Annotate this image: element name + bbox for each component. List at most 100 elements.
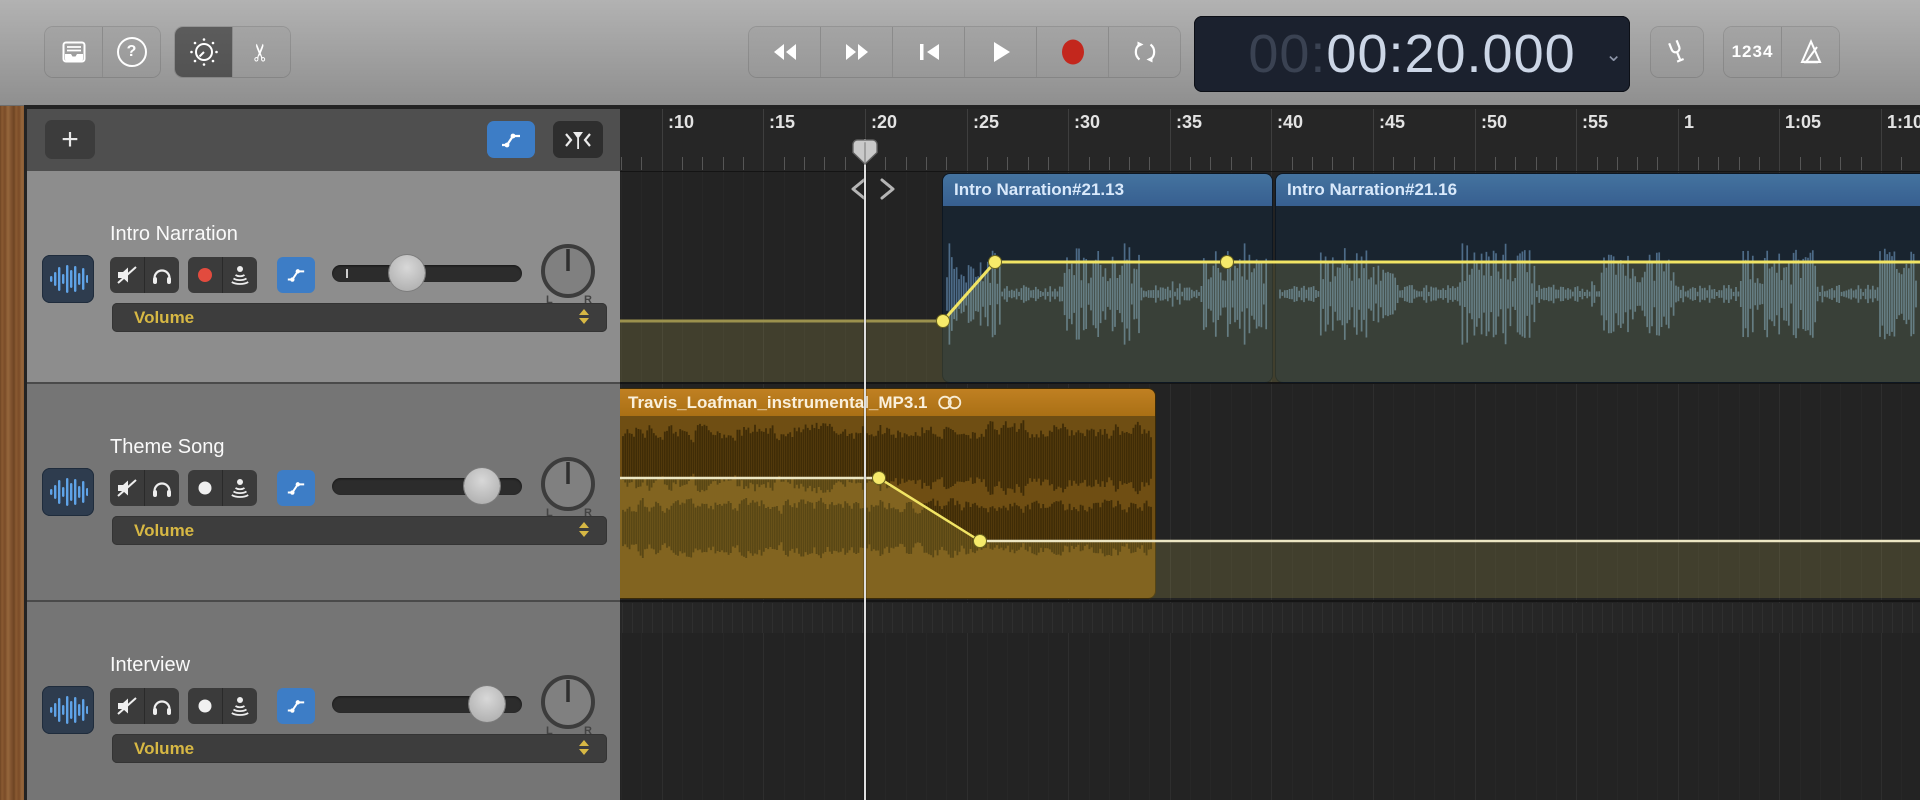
mute-button[interactable] (110, 688, 145, 724)
beat-tick (1692, 603, 1693, 633)
record-enable-button[interactable] (188, 688, 223, 724)
volume-slider-thumb[interactable] (464, 468, 500, 504)
beat-tick (1312, 603, 1313, 633)
ruler-label: :35 (1176, 112, 1202, 133)
mute-button[interactable] (110, 257, 145, 293)
automation-parameter-dropdown[interactable]: Volume (112, 303, 607, 332)
automation-node[interactable] (873, 472, 886, 485)
track-icon[interactable] (42, 686, 94, 734)
track-header-interview[interactable]: Interview LR Volume (27, 602, 620, 800)
track-name[interactable]: Intro Narration (110, 223, 238, 246)
mute-button[interactable] (110, 470, 145, 506)
metronome-button[interactable] (1782, 27, 1839, 77)
beat-tick (1022, 603, 1023, 633)
automation-parameter-dropdown[interactable]: Volume (112, 516, 607, 545)
record-button[interactable] (1037, 27, 1109, 77)
cycle-handle-chevrons-icon[interactable] (845, 176, 901, 202)
solo-button[interactable] (145, 257, 179, 293)
record-enable-button[interactable] (188, 257, 223, 293)
playhead-handle-icon[interactable] (852, 138, 878, 166)
ruler-gridline (1779, 109, 1780, 171)
track-automation-button[interactable] (277, 470, 315, 506)
ruler-tick (784, 157, 785, 170)
headphones-icon (151, 478, 173, 498)
library-button[interactable] (45, 27, 103, 77)
track-name[interactable]: Interview (110, 654, 190, 677)
record-input-group (188, 688, 257, 724)
input-monitoring-button[interactable] (223, 257, 257, 293)
beat-tick (1172, 603, 1173, 633)
track-automation-button[interactable] (277, 688, 315, 724)
editors-button[interactable]: ✂ (233, 27, 290, 77)
volume-slider-thumb[interactable] (469, 686, 505, 722)
pan-knob[interactable]: LR (539, 456, 597, 518)
lcd-mode-chevron-icon[interactable]: ⌄ (1605, 50, 1622, 60)
cycle-button[interactable] (1109, 27, 1180, 77)
input-monitoring-button[interactable] (223, 688, 257, 724)
beat-tick (682, 603, 683, 633)
smart-controls-button[interactable] (175, 27, 233, 77)
solo-button[interactable] (145, 470, 179, 506)
beat-tick (1812, 603, 1813, 633)
play-button[interactable] (965, 27, 1037, 77)
input-monitoring-button[interactable] (223, 470, 257, 506)
show-automation-button[interactable] (487, 121, 535, 158)
automation-curve[interactable] (620, 384, 1920, 598)
solo-button[interactable] (145, 688, 179, 724)
lcd-display[interactable]: 00:00:20.000 ⌄ (1194, 16, 1630, 92)
mute-icon (116, 695, 138, 717)
beat-tick (1762, 603, 1763, 633)
beat-tick (1222, 603, 1223, 633)
beat-tick (1162, 603, 1163, 633)
record-enable-button[interactable] (188, 470, 223, 506)
tuning-fork-icon (1660, 34, 1695, 70)
beat-tick (1002, 603, 1003, 633)
count-in-button[interactable]: 1234 (1724, 27, 1782, 77)
ruler-tick (1007, 157, 1008, 170)
quick-help-button[interactable]: ? (103, 27, 160, 77)
beat-tick (872, 603, 873, 633)
beat-tick (1372, 603, 1373, 633)
knob-icon (189, 37, 219, 67)
track-name[interactable]: Theme Song (110, 436, 225, 459)
track-header-intro-narration[interactable]: Intro Narration LR Volume (27, 171, 620, 384)
automation-node[interactable] (974, 535, 987, 548)
volume-slider-thumb[interactable] (389, 255, 425, 291)
tuner-button[interactable] (1651, 27, 1703, 77)
beat-tick (662, 603, 663, 633)
lane-separator (620, 600, 1920, 602)
automation-parameter-dropdown[interactable]: Volume (112, 734, 607, 763)
beat-tick (1102, 603, 1103, 633)
scissors-icon: ✂ (247, 42, 276, 62)
volume-slider[interactable] (332, 696, 522, 713)
ruler-label: :50 (1481, 112, 1507, 133)
pan-knob[interactable]: LR (539, 674, 597, 736)
ruler-tick (1129, 157, 1130, 170)
track-header-theme-song[interactable]: Theme Song LR Volume (27, 384, 620, 602)
track-icon[interactable] (42, 255, 94, 303)
updown-arrows-icon (579, 522, 589, 537)
ruler-label: :30 (1074, 112, 1100, 133)
playhead[interactable] (864, 139, 866, 800)
catch-playhead-button[interactable] (553, 121, 603, 158)
track-icon[interactable] (42, 468, 94, 516)
rewind-button[interactable] (749, 27, 821, 77)
pan-knob[interactable]: LR (539, 243, 597, 305)
add-track-button[interactable]: + (45, 120, 95, 159)
automation-curve[interactable] (620, 171, 1920, 382)
automation-node[interactable] (937, 315, 950, 328)
volume-slider[interactable] (332, 265, 522, 282)
beat-tick (1492, 603, 1493, 633)
forward-button[interactable] (821, 27, 893, 77)
beat-tick (1122, 603, 1123, 633)
ruler-tick (906, 157, 907, 170)
time-ruler[interactable]: :10:15:20:25:30:35:40:45:50:5511:051:10 (620, 109, 1920, 172)
volume-slider[interactable] (332, 478, 522, 495)
automation-node[interactable] (1221, 256, 1234, 269)
go-to-beginning-button[interactable] (893, 27, 965, 77)
track-automation-button[interactable] (277, 257, 315, 293)
beat-tick (1052, 603, 1053, 633)
record-icon (1059, 37, 1087, 67)
automation-node[interactable] (989, 256, 1002, 269)
ruler-gridline (1475, 109, 1476, 171)
